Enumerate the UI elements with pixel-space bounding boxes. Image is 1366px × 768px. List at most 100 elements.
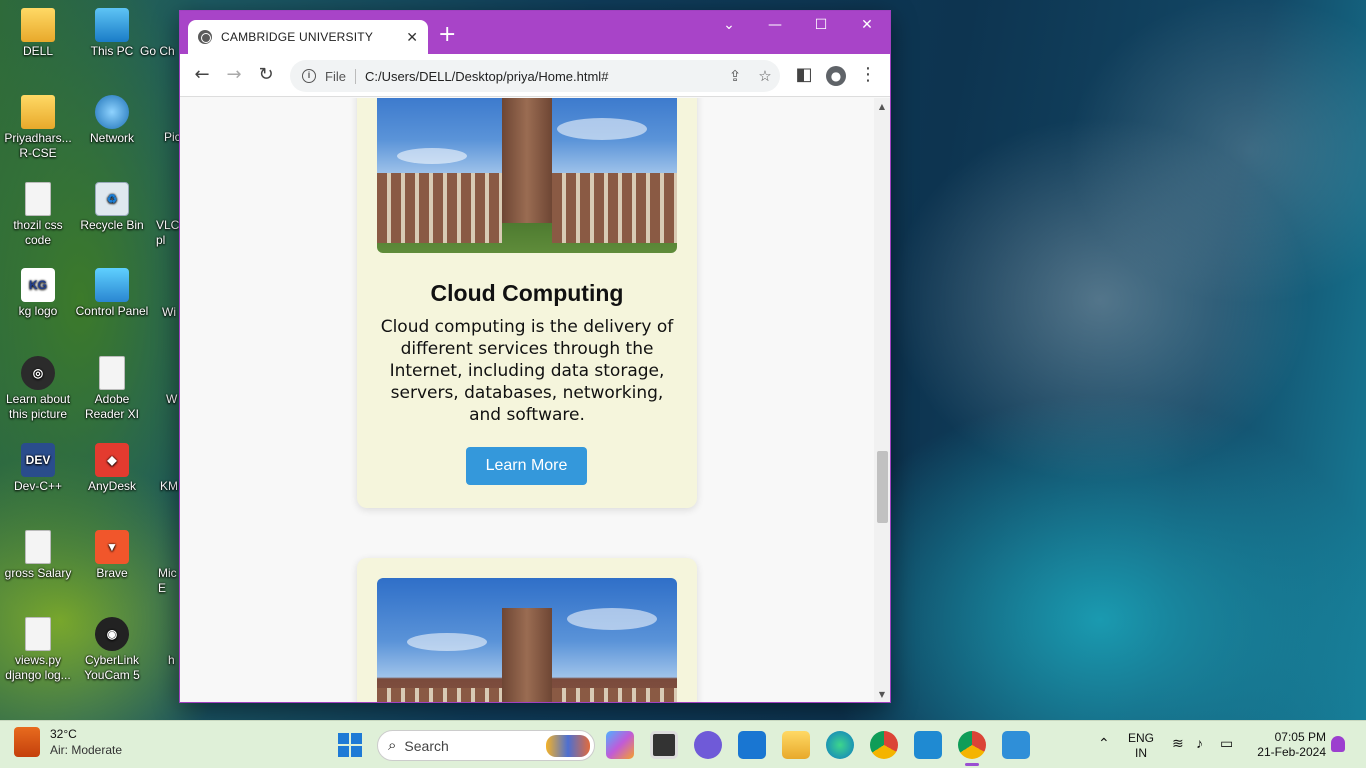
desktop-icon-this-pc[interactable]: This PC [74, 8, 150, 59]
chrome-profile-icon[interactable] [870, 731, 898, 759]
desktop-icon-label: DELL [22, 44, 54, 58]
desktop-icon-recycle-bin[interactable]: ♻ Recycle Bin [74, 182, 150, 233]
desktop-icon-gross-salary[interactable]: gross Salary [0, 530, 76, 581]
university-image [377, 578, 677, 702]
forward-icon[interactable]: → [222, 64, 246, 88]
desktop-icon-network[interactable]: Network [74, 95, 150, 146]
desktop-icon-label: Learn about this picture [5, 392, 71, 421]
desktop-icon-partial[interactable]: Go Ch [140, 44, 180, 59]
tab-title: CAMBRIDGE UNIVERSITY [221, 30, 374, 44]
document-icon [25, 530, 51, 564]
language-code: ENG [1128, 731, 1155, 745]
notepad-icon[interactable] [1002, 731, 1030, 759]
notification-bell-icon[interactable] [1331, 736, 1345, 752]
info-icon[interactable]: i [302, 69, 316, 83]
globe-icon [198, 30, 212, 44]
back-icon[interactable]: ← [190, 64, 214, 88]
desktop-icon-anydesk[interactable]: ◆ AnyDesk [74, 443, 150, 494]
desktop-icon-label: kg logo [18, 304, 58, 318]
desktop-icon-partial[interactable]: VLC pl [156, 218, 180, 248]
page-viewport: Cloud Computing Cloud computing is the d… [180, 98, 874, 702]
card-description: Cloud computing is the delivery of diffe… [380, 317, 674, 425]
weather-widget[interactable]: 32°C Air: Moderate [14, 727, 122, 757]
system-clock[interactable]: 07:05 PM 21-Feb-2024 [1252, 730, 1326, 760]
profile-avatar-icon[interactable]: ● [824, 64, 848, 88]
search-highlight-icon [546, 734, 590, 757]
maximize-button[interactable]: ☐ [806, 17, 836, 33]
desktop-icon-label: CyberLink YouCam 5 [84, 653, 140, 682]
control-panel-icon [95, 268, 129, 302]
language-indicator[interactable]: ENG IN [1128, 731, 1154, 761]
volume-icon[interactable]: ♪ [1196, 735, 1203, 751]
desktop-icon-label: Dev-C++ [13, 479, 63, 493]
region-code: IN [1135, 746, 1147, 760]
share-icon[interactable]: ⇪ [720, 67, 750, 85]
file-explorer-icon[interactable] [782, 731, 810, 759]
minimize-button[interactable]: — [760, 17, 790, 33]
show-hidden-icons[interactable]: ⌃ [1098, 735, 1110, 752]
desktop-icon-partial[interactable]: KM [160, 479, 180, 494]
desktop-icon-label: Recycle Bin [80, 218, 144, 232]
desktop-icon-views-py[interactable]: views.py django log... [0, 617, 76, 683]
url-text[interactable]: C:/Users/DELL/Desktop/priya/Home.html# [365, 69, 720, 84]
desktop-icon-control-panel[interactable]: Control Panel [74, 268, 150, 319]
desktop-icon-cyberlink[interactable]: ◉ CyberLink YouCam 5 [74, 617, 150, 683]
scrollbar-thumb[interactable] [877, 451, 888, 523]
document-icon [25, 182, 51, 216]
desktop-icon-label: thozil css code [13, 218, 63, 247]
clock-time: 07:05 PM [1274, 730, 1326, 744]
anydesk-icon: ◆ [95, 443, 129, 477]
desktop-icon-thozil-css[interactable]: thozil css code [0, 182, 76, 248]
url-scheme: File [325, 68, 356, 84]
bookmark-star-icon[interactable]: ☆ [750, 67, 780, 85]
desktop-icon-adobe-reader[interactable]: Adobe Reader XI [74, 356, 150, 422]
scroll-down-icon[interactable]: ▼ [874, 690, 890, 699]
network-icon [95, 95, 129, 129]
title-bar[interactable]: CAMBRIDGE UNIVERSITY ✕ + ⌄ — ☐ ✕ [180, 11, 890, 54]
address-bar[interactable]: i File C:/Users/DELL/Desktop/priya/Home.… [290, 60, 780, 92]
edge-icon[interactable] [826, 731, 854, 759]
close-window-button[interactable]: ✕ [852, 17, 882, 33]
task-view-icon[interactable] [650, 731, 678, 759]
menu-icon[interactable]: ⋮ [856, 64, 880, 88]
copilot-icon[interactable] [606, 731, 634, 759]
desktop-icon-dev-cpp[interactable]: DEV Dev-C++ [0, 443, 76, 494]
search-placeholder: Search [404, 737, 449, 754]
vscode-icon[interactable] [914, 731, 942, 759]
wifi-icon[interactable]: ≋ [1172, 735, 1184, 752]
taskbar-search[interactable]: ⌕ Search [377, 730, 595, 761]
desktop-icon-partial[interactable]: Mic E [158, 566, 180, 596]
desktop-icon-partial[interactable]: W [166, 392, 180, 407]
start-button[interactable] [338, 733, 362, 757]
chrome-icon[interactable] [958, 731, 986, 766]
learn-more-button[interactable]: Learn More [466, 447, 587, 485]
vertical-scrollbar[interactable]: ▲ ▼ [874, 98, 890, 702]
brave-icon: ▼ [95, 530, 129, 564]
desktop-icon-dell[interactable]: DELL [0, 8, 76, 59]
course-card: Cloud Computing Cloud computing is the d… [357, 98, 697, 508]
tab-search-icon[interactable]: ⌄ [714, 17, 744, 33]
mail-icon[interactable] [738, 731, 766, 759]
search-icon: ⌕ [388, 737, 397, 754]
teams-chat-icon[interactable] [694, 731, 722, 759]
desktop-icon-learn-about[interactable]: ◎ Learn about this picture [0, 356, 76, 422]
new-tab-button[interactable]: + [438, 24, 456, 46]
desktop-icon-label: Adobe Reader XI [84, 392, 140, 421]
dev-cpp-icon: DEV [21, 443, 55, 477]
desktop-icon-priyadharshini[interactable]: Priyadhars... R-CSE [0, 95, 76, 161]
close-tab-icon[interactable]: ✕ [406, 29, 418, 46]
pdf-icon [99, 356, 125, 390]
scroll-up-icon[interactable]: ▲ [874, 102, 890, 111]
camera-icon: ◎ [21, 356, 55, 390]
card-title: Cloud Computing [430, 280, 624, 306]
recycle-bin-icon: ♻ [95, 182, 129, 216]
side-panel-icon[interactable]: ◧ [792, 64, 816, 88]
webcam-icon: ◉ [95, 617, 129, 651]
desktop-icon-label: gross Salary [4, 566, 72, 580]
desktop-icon-brave[interactable]: ▼ Brave [74, 530, 150, 581]
desktop-icon-kg-logo[interactable]: KG kg logo [0, 268, 76, 319]
battery-icon[interactable]: ▭ [1220, 735, 1233, 752]
weather-temp: 32°C [50, 727, 77, 741]
browser-tab[interactable]: CAMBRIDGE UNIVERSITY ✕ [188, 20, 428, 54]
reload-icon[interactable]: ↻ [254, 64, 278, 88]
